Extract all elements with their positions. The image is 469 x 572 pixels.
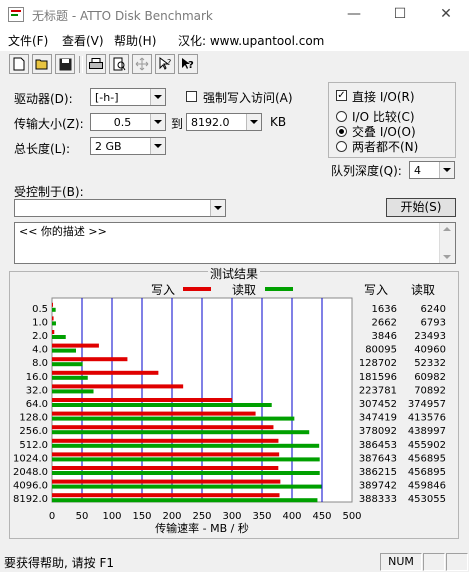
- write-value-label: 223781: [359, 385, 397, 396]
- write-value-label: 2662: [372, 317, 397, 328]
- read-value-label: 52332: [414, 358, 446, 369]
- num-lock-indicator: NUM: [380, 553, 422, 571]
- read-value-label: 6793: [421, 317, 446, 328]
- write-value-label: 388333: [359, 494, 397, 505]
- y-tick-label: 8192.0: [13, 494, 48, 505]
- read-value-label: 6240: [421, 304, 446, 315]
- write-value-label: 128702: [359, 358, 397, 369]
- read-value-label: 459846: [408, 481, 446, 492]
- status-pane: [446, 553, 468, 571]
- write-bar: [52, 343, 99, 348]
- read-bar: [52, 457, 320, 462]
- read-value-label: 453055: [408, 494, 446, 505]
- write-bar: [52, 452, 280, 457]
- write-value-label: 80095: [365, 345, 397, 356]
- transfer-rate-chart: 0.5 1.0 2.0 4.0 8.0 16.0 32.0 64.0 128.0 256.0 512…: [13, 297, 446, 535]
- write-bar: [52, 493, 280, 498]
- x-tick-label: 400: [282, 511, 301, 522]
- x-tick-label: 200: [162, 511, 181, 522]
- x-tick-label: 450: [312, 511, 331, 522]
- write-value-label: 181596: [359, 372, 397, 383]
- write-value-label: 3846: [372, 331, 397, 342]
- read-value-label: 413576: [408, 413, 446, 424]
- read-bar: [52, 403, 272, 407]
- write-bar: [52, 330, 55, 334]
- read-bar: [52, 335, 66, 339]
- y-tick-label: 1.0: [32, 317, 48, 328]
- x-axis-label: 传输速率 - MB / 秒: [155, 521, 249, 535]
- x-tick-label: 500: [342, 511, 361, 522]
- y-tick-label: 4.0: [32, 345, 48, 356]
- write-value-label: 386215: [359, 467, 397, 478]
- write-bar: [52, 302, 53, 307]
- write-value-label: 307452: [359, 399, 397, 410]
- write-value-label: 347419: [359, 413, 397, 424]
- write-value-label: 386453: [359, 440, 397, 451]
- x-tick-label: 150: [132, 511, 151, 522]
- write-value-label: 387643: [359, 453, 397, 464]
- read-value-label: 40960: [414, 345, 446, 356]
- write-bar: [52, 438, 279, 443]
- x-tick-label: 0: [49, 511, 55, 522]
- y-tick-label: 2.0: [32, 331, 48, 342]
- read-bar: [52, 498, 318, 503]
- y-tick-label: 128.0: [19, 413, 48, 424]
- y-tick-label: 512.0: [19, 440, 48, 451]
- write-bar: [52, 316, 54, 321]
- read-bar: [52, 471, 320, 475]
- y-tick-label: 4096.0: [13, 481, 48, 492]
- read-bar: [52, 443, 320, 448]
- status-pane: [423, 553, 445, 571]
- y-tick-label: 64.0: [26, 399, 48, 410]
- write-bar: [52, 425, 274, 430]
- read-bar: [52, 430, 310, 435]
- status-bar: 要获得帮助, 请按 F1 NUM: [0, 552, 469, 572]
- write-bar: [52, 466, 279, 470]
- read-value-label: 438997: [408, 426, 446, 437]
- write-bar: [52, 479, 281, 484]
- y-tick-label: 0.5: [32, 304, 48, 315]
- y-tick-label: 32.0: [26, 385, 48, 396]
- write-value-label: 378092: [359, 426, 397, 437]
- x-tick-label: 250: [192, 511, 211, 522]
- y-tick-label: 8.0: [32, 358, 48, 369]
- status-help-text: 要获得帮助, 请按 F1: [4, 556, 114, 570]
- y-tick-label: 2048.0: [13, 467, 48, 478]
- read-value-label: 456895: [408, 453, 446, 464]
- x-tick-label: 50: [76, 511, 89, 522]
- read-bar: [52, 321, 56, 326]
- write-bar: [52, 357, 128, 362]
- read-bar: [52, 375, 88, 380]
- write-bar: [52, 384, 184, 389]
- x-tick-label: 300: [222, 511, 241, 522]
- read-value-label: 374957: [408, 399, 446, 410]
- read-bar: [52, 348, 76, 353]
- read-value-label: 456895: [408, 467, 446, 478]
- write-value-label: 389742: [359, 481, 397, 492]
- y-tick-label: 1024.0: [13, 453, 48, 464]
- read-value-label: 60982: [414, 372, 446, 383]
- read-value-label: 455902: [408, 440, 446, 451]
- write-bar: [52, 411, 256, 416]
- write-value-label: 1636: [372, 304, 397, 315]
- read-value-label: 70892: [414, 385, 446, 396]
- read-bar: [52, 307, 56, 312]
- read-bar: [52, 416, 295, 421]
- write-bar: [52, 370, 159, 375]
- read-bar: [52, 484, 322, 489]
- write-bar: [52, 398, 233, 402]
- read-bar: [52, 389, 94, 394]
- x-tick-label: 350: [252, 511, 271, 522]
- y-tick-label: 256.0: [19, 426, 48, 437]
- y-tick-label: 16.0: [26, 372, 48, 383]
- read-bar: [52, 362, 83, 367]
- x-tick-label: 100: [102, 511, 121, 522]
- read-value-label: 23493: [414, 331, 446, 342]
